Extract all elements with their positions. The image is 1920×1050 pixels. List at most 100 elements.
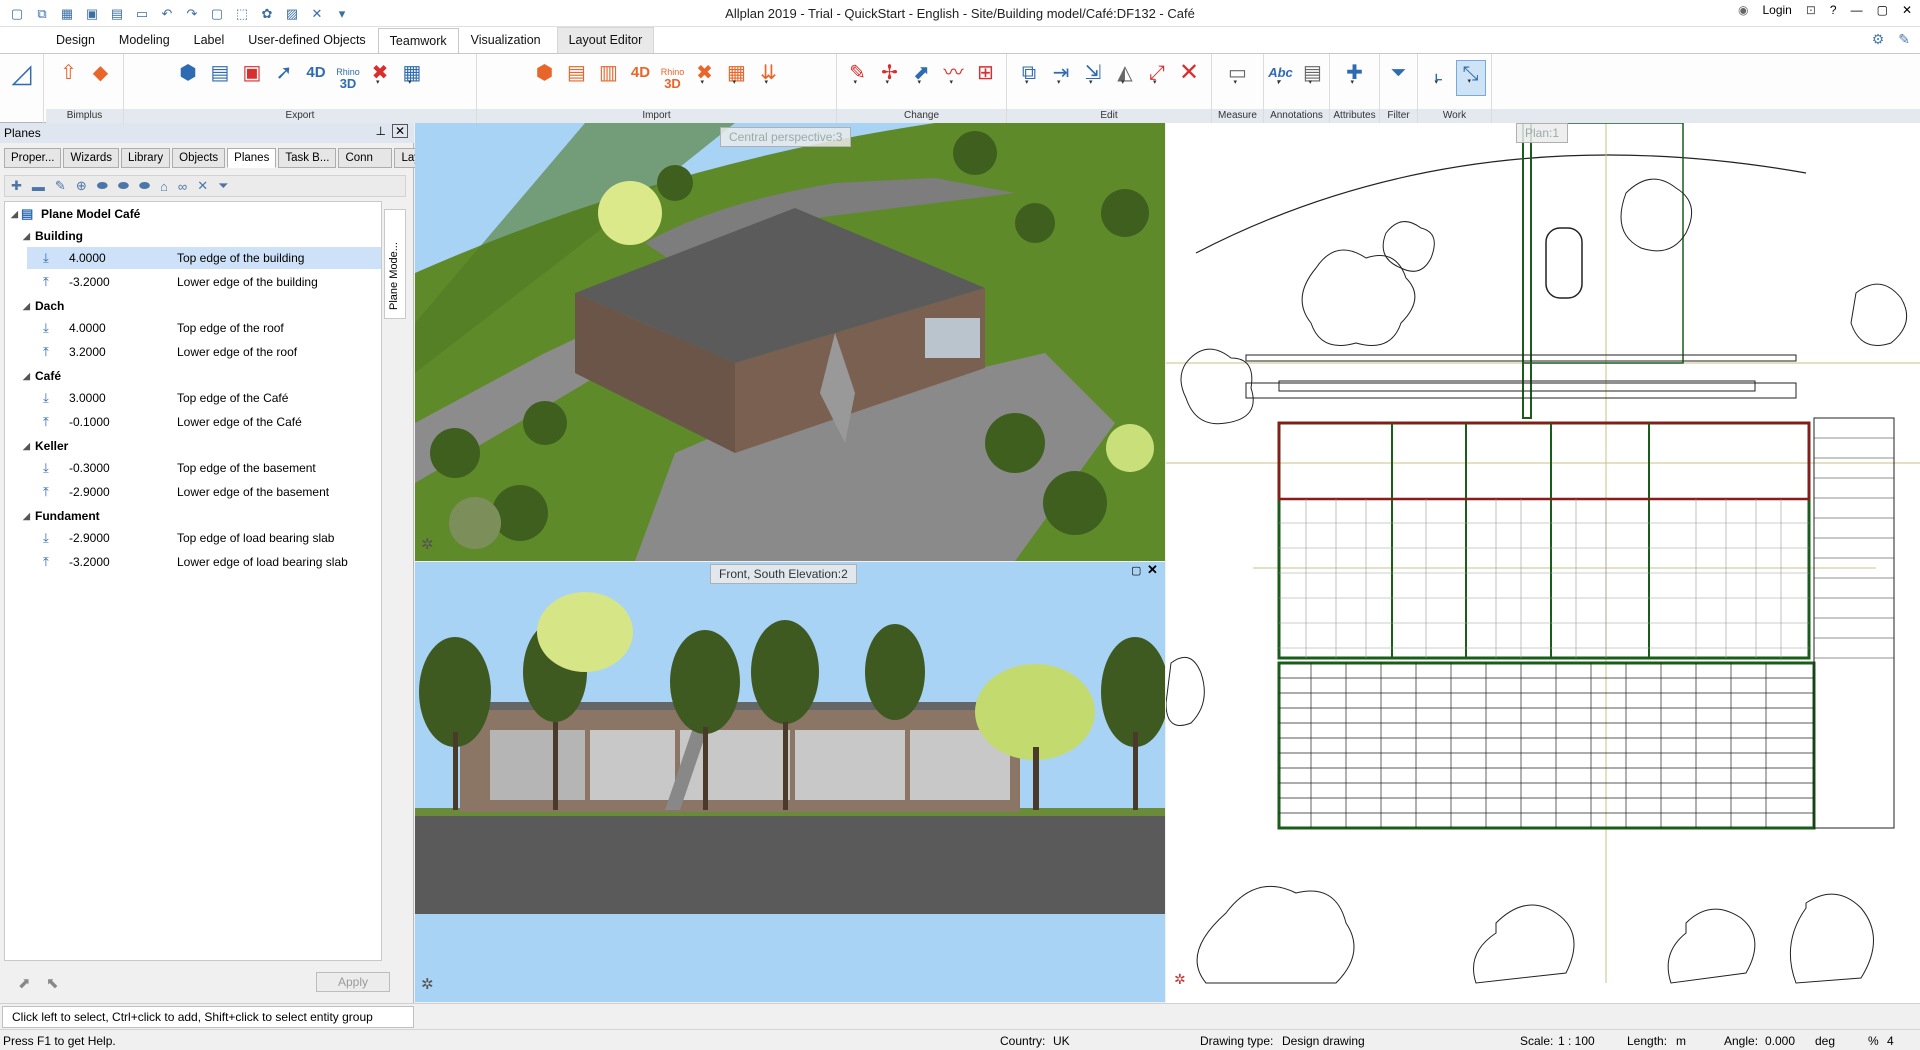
export-stl-icon[interactable]: ▦ ▾ (397, 60, 427, 96)
plane-description[interactable]: Top edge of the basement (177, 457, 316, 479)
viewport-close-icon[interactable]: ✕ (1147, 562, 1158, 578)
collapse-arrow-icon[interactable]: ◢ (23, 505, 30, 527)
import-4d-icon[interactable]: 4D (626, 60, 656, 96)
export-3d-icon[interactable]: ▣ (237, 60, 267, 96)
plane-link-icon[interactable]: ∞ (178, 179, 187, 194)
filter-funnel-icon[interactable]: ⏷ (1384, 60, 1414, 96)
work-env-snap-icon[interactable]: ⤡ ▾ (1455, 60, 1486, 96)
apply-button[interactable]: Apply (316, 972, 390, 992)
plane-height-value[interactable]: -3.2000 (69, 271, 110, 293)
status-percent-value[interactable]: 4 (1887, 1034, 1894, 1048)
tree-root-row[interactable]: ◢ ▤ Plane Model Café (5, 203, 381, 225)
plane-description[interactable]: Top edge of the building (177, 247, 304, 269)
collapse-arrow-icon[interactable]: ◢ (11, 203, 18, 225)
tree-plane-row[interactable]: ⤒ -2.9000 Lower edge of the basement (5, 481, 381, 503)
tab-task-bar[interactable]: Task B... (278, 148, 337, 168)
tree-group-row[interactable]: ◢ Café (5, 365, 381, 387)
allplan-logo-icon[interactable]: ◿ (7, 60, 37, 96)
panel-close-icon[interactable]: ✕ (391, 124, 408, 138)
attributes-icon[interactable]: ✚ ▾ (1340, 60, 1370, 96)
bimplus-sync-icon[interactable]: ◆ (86, 60, 116, 96)
tree-group-row[interactable]: ◢ Dach (5, 295, 381, 317)
plan-viewport[interactable]: Plan:1 ✲ (1166, 123, 1920, 1003)
edit-mirror-icon[interactable]: ◭ ▾ (1110, 60, 1140, 96)
plane-description[interactable]: Lower edge of the Café (177, 411, 302, 433)
status-scale-value[interactable]: 1 : 100 (1558, 1034, 1595, 1048)
wrench-icon[interactable]: ✎ (1898, 31, 1910, 48)
import-xml-icon[interactable]: ▦ ▾ (722, 60, 752, 96)
plan-navigation-icon[interactable]: ✲ (1174, 971, 1186, 988)
plane-height-value[interactable]: 3.2000 (69, 341, 106, 363)
status-drawing-type-value[interactable]: Design drawing (1282, 1034, 1365, 1048)
filter-dropdown-icon[interactable]: ⏷ (218, 178, 228, 194)
plane-height-value[interactable]: 4.0000 (69, 317, 106, 339)
delete-plane-icon[interactable]: ✕ (197, 178, 208, 194)
gear-icon[interactable]: ⚙ (1872, 31, 1885, 48)
viewport-maximize-icon[interactable]: ▢ (1131, 564, 1141, 577)
plane-model-vertical-tab[interactable]: Plane Mode... (384, 209, 406, 319)
perspective-viewport[interactable]: Central perspective:3 ✲ (415, 123, 1165, 561)
plane-height-value[interactable]: -2.9000 (69, 527, 110, 549)
export-share-icon[interactable]: ➚ (269, 60, 299, 96)
status-angle-value[interactable]: 0.000 (1765, 1034, 1795, 1048)
tree-plane-row[interactable]: ⤓ -0.3000 Top edge of the basement (5, 457, 381, 479)
tab-user-defined-objects[interactable]: User-defined Objects (236, 27, 377, 53)
elevation-viewport[interactable]: Front, South Elevation:2 ▢ ✕ ✲ (415, 562, 1165, 1002)
export-ifc-icon[interactable]: ⬢ (173, 60, 203, 96)
plane-height-value[interactable]: 3.0000 (69, 387, 106, 409)
import-dwg-icon[interactable]: ▤ (562, 60, 592, 96)
maximize-button[interactable]: ▢ (1877, 3, 1888, 17)
tab-objects[interactable]: Objects (172, 148, 226, 168)
export-plane-icon[interactable]: ⬉ (46, 974, 59, 992)
collapse-arrow-icon[interactable]: ◢ (23, 365, 30, 387)
plane-level-icon[interactable]: ⬬ (139, 178, 150, 194)
tree-plane-row[interactable]: ⤓ 3.0000 Top edge of the Café (5, 387, 381, 409)
tree-group-row[interactable]: ◢ Building (5, 225, 381, 247)
edit-delete-icon[interactable]: ✕ (1174, 60, 1204, 96)
plane-description[interactable]: Lower edge of the basement (177, 481, 329, 503)
tab-planes[interactable]: Planes (227, 148, 277, 168)
tab-wizards[interactable]: Wizards (63, 148, 119, 168)
tab-modeling[interactable]: Modeling (107, 27, 182, 53)
tree-group-row[interactable]: ◢ Keller (5, 435, 381, 457)
work-env-coords-icon[interactable]: ⌞ ▾ (1424, 60, 1454, 96)
change-join-icon[interactable]: ⊞ (971, 60, 1001, 96)
import-more-icon[interactable]: ⇊ ▾ (754, 60, 784, 96)
change-move-icon[interactable]: ⬈ ▾ (907, 60, 937, 96)
tab-visualization[interactable]: Visualization (459, 27, 553, 53)
import-rhino-icon[interactable]: Rhino 3D (658, 60, 688, 96)
export-rhino-icon[interactable]: Rhino 3D (333, 60, 363, 96)
modify-plane-icon[interactable]: ✎ (55, 178, 66, 194)
navigation-icon[interactable]: ✲ (421, 535, 434, 553)
minimize-button[interactable]: — (1851, 3, 1863, 17)
tree-plane-row[interactable]: ⤓ 4.0000 Top edge of the roof (5, 317, 381, 339)
export-4d-icon[interactable]: 4D (301, 60, 331, 96)
tab-layout-editor[interactable]: Layout Editor (556, 27, 655, 53)
tree-group-row[interactable]: ◢ Fundament (5, 505, 381, 527)
export-dwg-icon[interactable]: ▤ (205, 60, 235, 96)
login-link[interactable]: Login (1762, 3, 1791, 17)
help-button[interactable]: ? (1830, 3, 1837, 17)
lock-icon[interactable]: ⊕ (76, 178, 87, 194)
tab-teamwork[interactable]: Teamwork (377, 28, 459, 54)
plane-description[interactable]: Top edge of the Café (177, 387, 288, 409)
plane-height-value[interactable]: -0.1000 (69, 411, 110, 433)
tree-plane-row[interactable]: ⤒ -3.2000 Lower edge of load bearing slab (5, 551, 381, 573)
add-plane-icon[interactable]: ✚ (11, 178, 22, 194)
tab-design[interactable]: Design (44, 27, 107, 53)
edit-move-icon[interactable]: ⇥ ▾ (1046, 60, 1076, 96)
annotation-text-icon[interactable]: Abc ▾ (1266, 60, 1296, 96)
plane-copy-icon[interactable]: ⬬ (118, 178, 129, 194)
edit-copy-icon[interactable]: ⧉ ▾ (1014, 60, 1044, 96)
tree-plane-row[interactable]: ⤓ 4.0000 Top edge of the building (27, 247, 381, 269)
change-modify-icon[interactable]: 〰 ▾ (939, 60, 969, 96)
tree-plane-row[interactable]: ⤒ -0.1000 Lower edge of the Café (5, 411, 381, 433)
plane-model-icon[interactable]: ⬬ (97, 178, 108, 194)
import-sketchup-icon[interactable]: ✖ ▾ (690, 60, 720, 96)
remove-plane-icon[interactable]: ▬ (32, 179, 45, 194)
plane-roof-icon[interactable]: ⌂ (160, 179, 168, 194)
change-point-icon[interactable]: ✢ ▾ (875, 60, 905, 96)
cart-icon[interactable]: ⊡ (1806, 3, 1816, 17)
edit-scale-icon[interactable]: ⤢ ▾ (1142, 60, 1172, 96)
plane-height-value[interactable]: 4.0000 (69, 247, 106, 269)
